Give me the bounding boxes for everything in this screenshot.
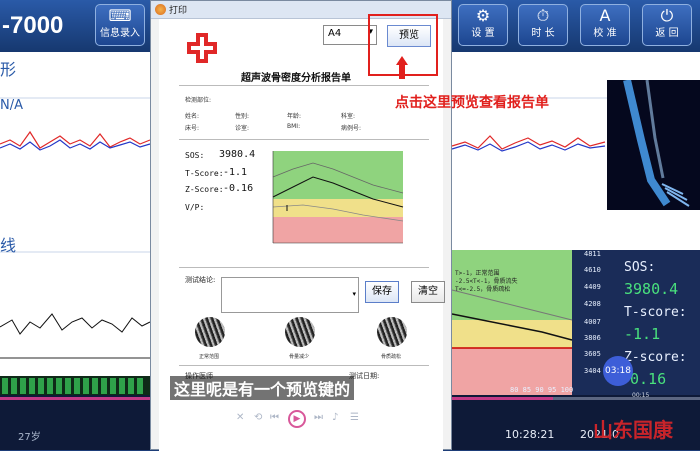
tscore-label: T-Score: (185, 169, 224, 178)
tscore-value: -1.1 (624, 325, 661, 343)
timer-badge: 03:18 (603, 356, 633, 386)
bmi-field: BMI: (287, 123, 301, 130)
report-chart (272, 151, 404, 244)
conclusion-input[interactable]: ▾ (221, 277, 359, 313)
case-field: 病例号: (341, 125, 362, 132)
zscore-label: Z-Score: (185, 185, 224, 194)
arrow-stem (399, 65, 405, 79)
elapsed-time: 00:15 (632, 392, 650, 399)
room-field: 诊室: (235, 125, 250, 132)
divider (179, 267, 429, 268)
report-title: 超声波骨密度分析报告单 (241, 73, 351, 84)
waveform-label: 形 (0, 60, 17, 79)
tscore-value: -1.1 (223, 167, 248, 178)
divider (179, 139, 429, 140)
zscore-value: -0.16 (223, 183, 254, 194)
settings-button[interactable]: ⚙ 设 置 (458, 4, 508, 46)
patient-age: 27岁 (18, 432, 41, 443)
power-icon: ⏻ (660, 6, 674, 25)
duration-button[interactable]: ⏱ 时 长 (518, 4, 568, 46)
info-entry-button[interactable]: ⌨ 信息录入 (95, 4, 145, 46)
zscore-value: 0.16 (630, 370, 667, 388)
xray-normal-label: 正常范围 (199, 354, 220, 360)
clock-time: 10:28:21 (505, 428, 555, 441)
gender-field: 性别: (235, 113, 250, 120)
watermark: 山东国康 (593, 418, 673, 442)
compass-icon: A (599, 6, 611, 25)
sos-value: 3980.4 (219, 149, 256, 160)
trend-line (0, 313, 151, 335)
repeat-icon[interactable]: ⟲ (254, 412, 262, 423)
annotation-text: 点击这里预览查看报告单 (395, 95, 549, 111)
next-icon[interactable]: ⏭ (314, 412, 323, 423)
gear-icon: ⚙ (475, 6, 491, 25)
channel-label: N/A (0, 98, 23, 113)
video-subtitle: 这里呢是有一个预览键的 (170, 376, 355, 400)
legend-osteo: T<=-2.5，骨质疏松 (455, 286, 511, 293)
age-field: 年龄: (287, 113, 302, 120)
dialog-title: 打印 (169, 6, 188, 16)
play-icon[interactable]: ▶ (288, 410, 306, 428)
playlist-icon[interactable]: ☰ (350, 412, 359, 423)
app-title: -7000 (2, 12, 64, 39)
save-button[interactable]: 保存 (365, 281, 399, 303)
divider (179, 85, 429, 86)
calibrate-button[interactable]: A 校 准 (580, 4, 630, 46)
xray-reduced-image (285, 317, 315, 347)
arm-skeleton-image (607, 79, 700, 210)
volume-icon[interactable]: ♪ (332, 412, 338, 423)
tscore-label: T-score: (624, 305, 687, 320)
sos-value: 3980.4 (624, 280, 679, 298)
stopwatch-icon: ⏱ (536, 6, 550, 25)
conclusion-label: 测试结论: (185, 276, 216, 284)
back-button[interactable]: ⏻ 返 回 (642, 4, 692, 46)
divider (179, 365, 429, 366)
name-field: 姓名: (185, 113, 200, 120)
media-controls: ✕ ⟲ ⏮ ▶ ⏭ ♪ ☰ (228, 410, 378, 430)
red-cross-logo (187, 33, 217, 63)
arrow-up-icon (396, 56, 408, 65)
keyboard-icon: ⌨ (108, 6, 132, 25)
bed-field: 床号: (185, 125, 200, 132)
signal-bars (0, 376, 150, 396)
clear-button[interactable]: 清空 (411, 281, 445, 303)
sos-label: SOS: (185, 151, 205, 160)
xray-reduced-label: 骨量减少 (289, 354, 310, 360)
vp-label: V/P: (185, 203, 205, 212)
section-field: 科室: (341, 113, 356, 120)
xray-normal-image (195, 317, 225, 347)
dept-field: 检测部位: (185, 97, 212, 104)
x-tick-labels: 80 85 90 95 100 (510, 386, 574, 394)
zscore-label: Z-score: (624, 350, 687, 365)
shuffle-icon[interactable]: ✕ (236, 412, 244, 423)
sos-label: SOS: (624, 260, 656, 275)
previous-icon[interactable]: ⏮ (270, 412, 279, 423)
xray-osteoporosis-label: 骨质疏松 (381, 354, 402, 360)
chevron-down-icon: ▾ (352, 290, 356, 298)
app-icon (155, 4, 166, 15)
xray-osteoporosis-image (377, 317, 407, 347)
trend-label: 线 (0, 236, 17, 255)
